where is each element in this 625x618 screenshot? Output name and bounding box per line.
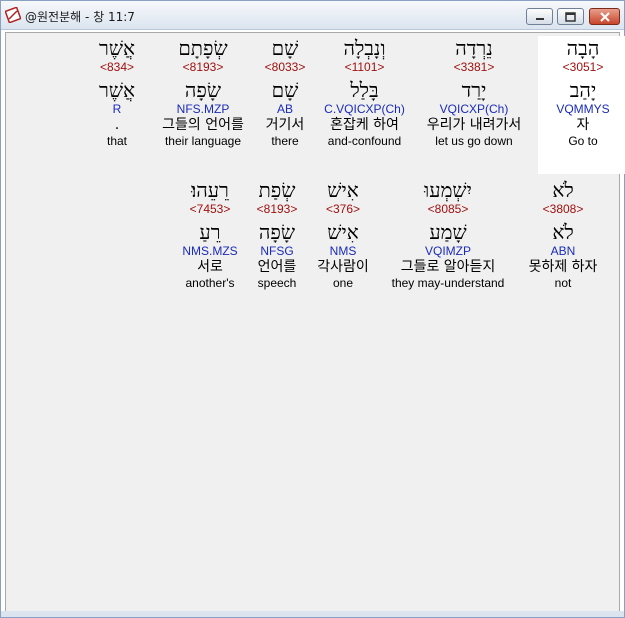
english-gloss: their language bbox=[164, 134, 242, 148]
korean-gloss: 서로 bbox=[197, 259, 223, 275]
hebrew-lemma: יָהַב bbox=[569, 78, 597, 102]
morph-code: NFS.MZP bbox=[176, 102, 230, 116]
word-cell[interactable]: אִישׁ <376> אִישׁ NMS 각사람이 one bbox=[309, 178, 377, 290]
english-gloss: and-confound bbox=[327, 134, 402, 148]
korean-gloss: 그들로 알아듣지 bbox=[400, 259, 496, 275]
word-cell[interactable]: שְׂפַת <8193> שָׂפָה NFSG 언어를 speech bbox=[249, 178, 305, 290]
hebrew-word: אִישׁ bbox=[327, 178, 359, 202]
korean-gloss: 혼잡케 하여 bbox=[330, 117, 399, 133]
english-gloss: they may-understand bbox=[391, 276, 505, 290]
word-cell[interactable]: שָׁם <8033> שָׁם AB 거기서 there bbox=[257, 36, 313, 148]
english-gloss: one bbox=[332, 276, 354, 290]
word-cell[interactable]: לֹא <3808> לֹא ABN 못하제 하자 not bbox=[519, 178, 607, 290]
hebrew-word: לֹא bbox=[552, 178, 574, 202]
hebrew-word: שְׂפַת bbox=[258, 178, 296, 202]
strong-number[interactable]: <1101> bbox=[317, 60, 412, 74]
korean-gloss: 언어를 bbox=[257, 259, 297, 275]
hebrew-lemma: בָּלַל bbox=[350, 78, 379, 102]
maximize-button[interactable] bbox=[557, 8, 584, 25]
korean-gloss: 거기서 bbox=[265, 117, 305, 133]
morph-code: NMS.MZS bbox=[182, 244, 238, 258]
strong-number[interactable]: <3051> bbox=[538, 60, 625, 74]
strong-number[interactable]: <8193> bbox=[154, 60, 252, 74]
strong-number[interactable]: <7453> bbox=[173, 202, 247, 216]
strong-number[interactable]: <8033> bbox=[257, 60, 313, 74]
morph-code: C.VQICXP(Ch) bbox=[324, 102, 405, 116]
minimize-button[interactable] bbox=[526, 8, 553, 25]
word-cell[interactable]: אֲשֶׁר <834> אֲשֶׁר R . that bbox=[92, 36, 142, 148]
hebrew-lemma: שָׁמַע bbox=[429, 220, 467, 244]
english-gloss: speech bbox=[257, 276, 297, 290]
strong-number[interactable]: <3381> bbox=[419, 60, 529, 74]
word-cell[interactable]: הָבָה <3051> יָהַב VQMMYS 자 Go to bbox=[538, 36, 625, 174]
morph-code: AB bbox=[276, 102, 293, 116]
korean-gloss: 우리가 내려가서 bbox=[426, 117, 522, 133]
english-gloss: Go to bbox=[568, 134, 598, 148]
hebrew-lemma: אֲשֶׁר bbox=[99, 78, 135, 102]
hebrew-word: רֵעֵהוּ׃ bbox=[191, 178, 229, 202]
morph-code: R bbox=[112, 102, 122, 116]
morph-code: VQMMYS bbox=[556, 102, 610, 116]
korean-gloss: 자 bbox=[576, 117, 590, 133]
english-gloss: there bbox=[271, 134, 299, 148]
hebrew-word: נֵרְדָה bbox=[455, 36, 493, 60]
strong-number[interactable]: <3808> bbox=[519, 202, 607, 216]
english-gloss: not bbox=[554, 276, 572, 290]
window-title: @원전분해 - 창 11:7 bbox=[25, 10, 135, 24]
interlinear-panel[interactable]: הָבָה <3051> יָהַב VQMMYS 자 Go to נֵרְדָ… bbox=[5, 32, 625, 613]
hebrew-lemma: שָׁם bbox=[271, 78, 299, 102]
morph-code: NFSG bbox=[260, 244, 294, 258]
hebrew-lemma: רֵעַ bbox=[199, 220, 221, 244]
morph-code: VQICXP(Ch) bbox=[439, 102, 509, 116]
close-icon bbox=[590, 9, 619, 24]
english-gloss: let us go down bbox=[435, 134, 513, 148]
english-gloss: another's bbox=[185, 276, 235, 290]
window-bottom-border bbox=[1, 611, 624, 617]
strong-number[interactable]: <8085> bbox=[384, 202, 512, 216]
word-cell[interactable]: יִשְׁמְעוּ <8085> שָׁמַע VQIMZP 그들로 알아듣지… bbox=[384, 178, 512, 290]
morph-code: VQIMZP bbox=[424, 244, 471, 258]
app-window: @원전분해 - 창 11:7 הָבָה <3051> יָהַב VQMMYS… bbox=[0, 0, 625, 618]
hebrew-lemma: שָׂפָה bbox=[184, 78, 222, 102]
morph-code: NMS bbox=[329, 244, 357, 258]
hebrew-word: אֲשֶׁר bbox=[99, 36, 135, 60]
word-cell[interactable]: שְׂפָתָם <8193> שָׂפָה NFS.MZP 그들의 언어를 t… bbox=[154, 36, 252, 148]
hebrew-lemma: יָרַד bbox=[461, 78, 487, 102]
english-gloss: that bbox=[106, 134, 127, 148]
title-bar[interactable]: @원전분해 - 창 11:7 bbox=[1, 1, 624, 30]
hebrew-word: וְנָבְלָה bbox=[343, 36, 386, 60]
hebrew-word: יִשְׁמְעוּ bbox=[424, 178, 472, 202]
korean-gloss: 그들의 언어를 bbox=[162, 117, 244, 133]
strong-number[interactable]: <376> bbox=[309, 202, 377, 216]
strong-number[interactable]: <8193> bbox=[249, 202, 305, 216]
morph-code: ABN bbox=[550, 244, 576, 258]
minimize-icon bbox=[527, 9, 552, 24]
hebrew-word: שָׁם bbox=[271, 36, 299, 60]
strong-number[interactable]: <834> bbox=[92, 60, 142, 74]
maximize-icon bbox=[558, 9, 583, 24]
korean-gloss: 못하제 하자 bbox=[528, 259, 598, 275]
word-cell[interactable]: וְנָבְלָה <1101> בָּלַל C.VQICXP(Ch) 혼잡케… bbox=[317, 36, 412, 148]
word-cell[interactable]: נֵרְדָה <3381> יָרַד VQICXP(Ch) 우리가 내려가서… bbox=[419, 36, 529, 148]
hebrew-word: שְׂפָתָם bbox=[178, 36, 228, 60]
korean-gloss: . bbox=[114, 117, 120, 133]
hebrew-lemma: אִישׁ bbox=[327, 220, 359, 244]
hebrew-word: הָבָה bbox=[566, 36, 600, 60]
bible-app-icon bbox=[5, 7, 21, 23]
hebrew-lemma: לֹא bbox=[552, 220, 574, 244]
hebrew-lemma: שָׂפָה bbox=[258, 220, 296, 244]
word-cell[interactable]: רֵעֵהוּ׃ <7453> רֵעַ NMS.MZS 서로 another'… bbox=[173, 178, 247, 290]
close-button[interactable] bbox=[589, 8, 620, 25]
korean-gloss: 각사람이 bbox=[317, 259, 369, 275]
